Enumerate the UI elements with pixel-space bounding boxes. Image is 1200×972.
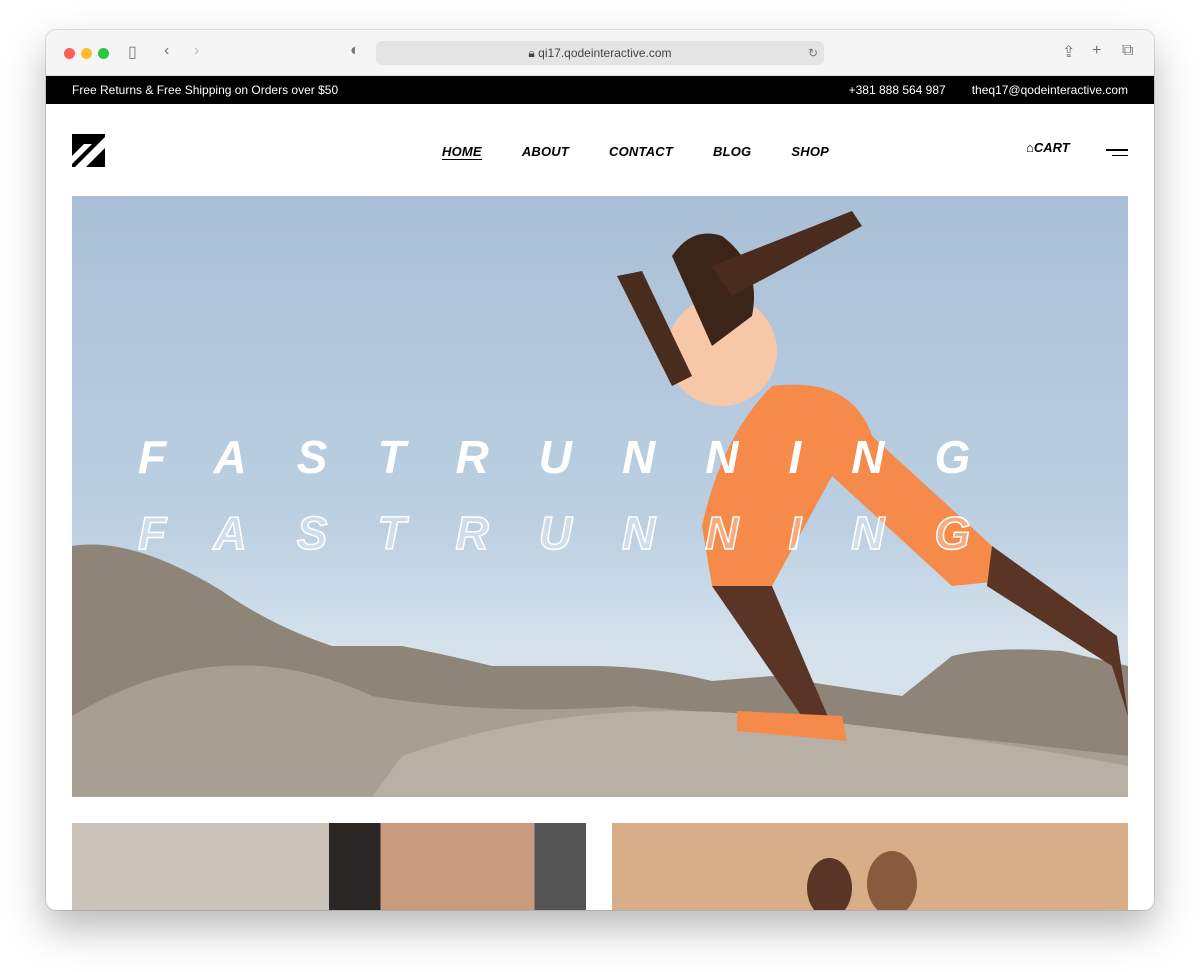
phone-link[interactable]: +381 888 564 987 bbox=[849, 83, 946, 97]
bag-icon: ⌂ bbox=[1026, 140, 1034, 155]
nav-about[interactable]: ABOUT bbox=[522, 144, 569, 160]
url-text: qi17.qodeinteractive.com bbox=[538, 46, 672, 60]
logo[interactable] bbox=[72, 134, 105, 167]
nav-blog[interactable]: BLOG bbox=[713, 144, 751, 160]
cart-label: CART bbox=[1033, 140, 1070, 155]
email-link[interactable]: theq17@qodeinteractive.com bbox=[972, 83, 1128, 97]
reload-icon[interactable]: ↻ bbox=[808, 41, 818, 65]
browser-window: ▯ ‹ › ◐ 🔒︎ qi17.qodeinteractive.com ↻ ⇪ +… bbox=[46, 30, 1154, 910]
site-header: HOME ABOUT CONTACT BLOG SHOP ⌂CART bbox=[46, 104, 1154, 196]
nav-contact[interactable]: CONTACT bbox=[609, 144, 673, 160]
nav-home[interactable]: HOME bbox=[442, 144, 482, 160]
promo-card-right[interactable] bbox=[612, 823, 1128, 910]
hero-outline-title: FASTRUNNING bbox=[137, 506, 1021, 560]
cart-button[interactable]: ⌂CART bbox=[1026, 140, 1070, 155]
maximize-window-button[interactable] bbox=[98, 48, 109, 59]
lock-icon: 🔒︎ bbox=[528, 46, 539, 60]
nav-shop[interactable]: SHOP bbox=[791, 144, 829, 160]
promo-text: Free Returns & Free Shipping on Orders o… bbox=[72, 83, 339, 97]
share-icon[interactable]: ⇪ bbox=[1062, 42, 1075, 62]
back-icon[interactable]: ‹ bbox=[164, 42, 169, 60]
promo-card-left[interactable] bbox=[72, 823, 586, 910]
main-nav: HOME ABOUT CONTACT BLOG SHOP bbox=[442, 144, 829, 160]
address-bar[interactable]: 🔒︎ qi17.qodeinteractive.com ↻ bbox=[376, 41, 824, 65]
minimize-window-button[interactable] bbox=[81, 48, 92, 59]
menu-icon[interactable] bbox=[1106, 149, 1128, 160]
sidebar-icon[interactable]: ▯ bbox=[128, 42, 137, 62]
hero-banner: FASTRUNNING FASTRUNNING bbox=[72, 196, 1128, 797]
top-bar: Free Returns & Free Shipping on Orders o… bbox=[46, 76, 1154, 104]
hero-image bbox=[72, 211, 1128, 797]
tabs-overview-icon[interactable]: ⧉ bbox=[1122, 42, 1133, 60]
shield-icon[interactable]: ◐ bbox=[350, 42, 360, 60]
new-tab-icon[interactable]: + bbox=[1092, 42, 1101, 60]
hero-title: FASTRUNNING bbox=[138, 431, 1021, 483]
browser-toolbar: ▯ ‹ › ◐ 🔒︎ qi17.qodeinteractive.com ↻ ⇪ +… bbox=[46, 30, 1154, 76]
forward-icon[interactable]: › bbox=[194, 42, 199, 60]
close-window-button[interactable] bbox=[64, 48, 75, 59]
